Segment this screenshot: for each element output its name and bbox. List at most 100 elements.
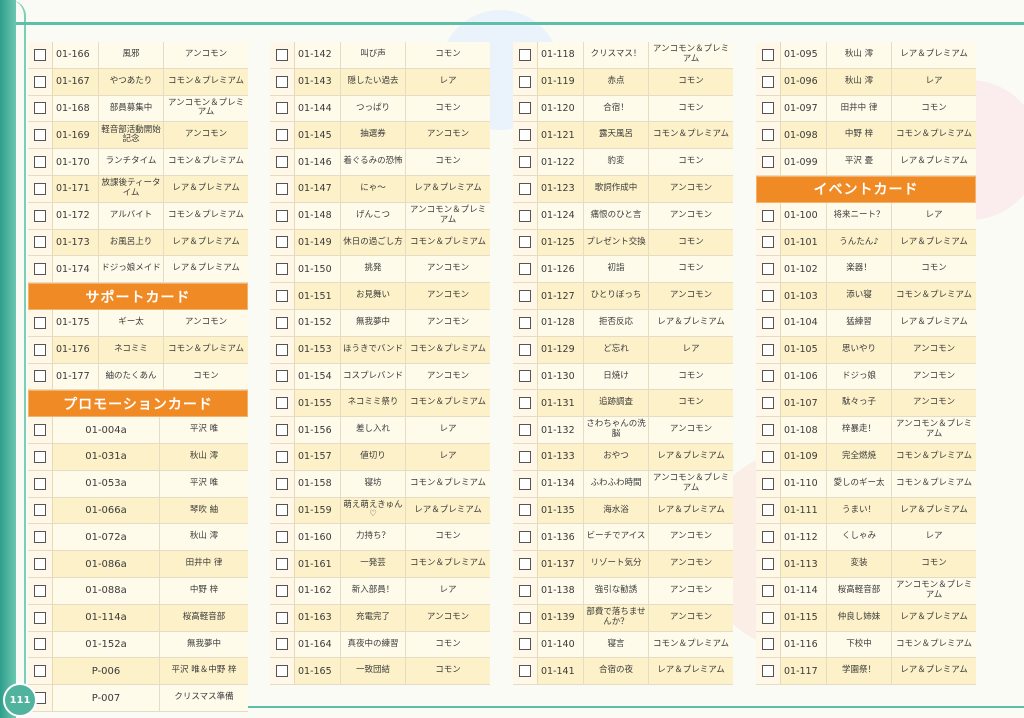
card-checkbox[interactable] — [34, 182, 46, 195]
card-checkbox[interactable] — [276, 156, 288, 169]
card-checkbox[interactable] — [762, 665, 774, 678]
card-checkbox[interactable] — [34, 477, 46, 490]
card-checkbox[interactable] — [762, 477, 774, 490]
card-checkbox[interactable] — [519, 236, 531, 249]
card-checkbox[interactable] — [519, 75, 531, 88]
card-checkbox[interactable] — [762, 75, 774, 88]
card-checkbox[interactable] — [762, 343, 774, 356]
card-checkbox[interactable] — [519, 370, 531, 383]
card-checkbox[interactable] — [276, 129, 288, 142]
card-checkbox[interactable] — [34, 531, 46, 544]
card-checkbox[interactable] — [34, 424, 46, 437]
card-checkbox[interactable] — [34, 611, 46, 624]
card-checkbox[interactable] — [762, 236, 774, 249]
card-checkbox[interactable] — [34, 343, 46, 356]
card-checkbox[interactable] — [762, 450, 774, 463]
card-checkbox[interactable] — [34, 102, 46, 115]
card-checkbox[interactable] — [276, 531, 288, 544]
card-checkbox[interactable] — [762, 611, 774, 624]
card-checkbox[interactable] — [276, 343, 288, 356]
card-checkbox[interactable] — [762, 102, 774, 115]
card-checkbox[interactable] — [276, 290, 288, 303]
card-checkbox[interactable] — [762, 558, 774, 571]
card-checkbox[interactable] — [519, 531, 531, 544]
card-checkbox[interactable] — [519, 156, 531, 169]
card-checkbox[interactable] — [762, 584, 774, 597]
card-checkbox[interactable] — [762, 531, 774, 544]
card-checkbox[interactable] — [34, 209, 46, 222]
card-checkbox[interactable] — [519, 611, 531, 624]
card-checkbox[interactable] — [762, 504, 774, 517]
card-checkbox[interactable] — [762, 370, 774, 383]
card-checkbox[interactable] — [276, 263, 288, 276]
card-checkbox[interactable] — [762, 263, 774, 276]
card-checkbox[interactable] — [519, 665, 531, 678]
card-checkbox[interactable] — [276, 48, 288, 61]
card-checkbox[interactable] — [519, 343, 531, 356]
card-checkbox[interactable] — [762, 156, 774, 169]
card-checkbox[interactable] — [276, 450, 288, 463]
card-checkbox[interactable] — [34, 129, 46, 142]
card-checkbox[interactable] — [34, 450, 46, 463]
card-checkbox[interactable] — [276, 370, 288, 383]
card-checkbox[interactable] — [519, 48, 531, 61]
card-checkbox[interactable] — [34, 316, 46, 329]
card-checkbox[interactable] — [276, 665, 288, 678]
card-checkbox[interactable] — [276, 638, 288, 651]
card-checkbox[interactable] — [519, 477, 531, 490]
card-checkbox[interactable] — [519, 638, 531, 651]
card-checkbox[interactable] — [276, 611, 288, 624]
card-checkbox[interactable] — [762, 129, 774, 142]
card-checkbox[interactable] — [519, 424, 531, 437]
card-checkbox[interactable] — [34, 48, 46, 61]
card-checkbox[interactable] — [34, 263, 46, 276]
card-checkbox[interactable] — [276, 316, 288, 329]
card-checkbox[interactable] — [762, 48, 774, 61]
card-checkbox[interactable] — [519, 316, 531, 329]
card-checkbox[interactable] — [519, 129, 531, 142]
card-checkbox[interactable] — [519, 450, 531, 463]
card-checkbox[interactable] — [34, 504, 46, 517]
card-checkbox[interactable] — [276, 75, 288, 88]
card-checkbox[interactable] — [519, 290, 531, 303]
card-checkbox[interactable] — [519, 182, 531, 195]
card-checkbox[interactable] — [34, 638, 46, 651]
card-checkbox[interactable] — [34, 156, 46, 169]
card-checkbox[interactable] — [276, 477, 288, 490]
card-checkbox[interactable] — [762, 316, 774, 329]
card-checkbox[interactable] — [276, 102, 288, 115]
card-checkbox[interactable] — [34, 584, 46, 597]
card-checkbox[interactable] — [519, 504, 531, 517]
card-checkbox[interactable] — [34, 236, 46, 249]
card-checkbox[interactable] — [276, 558, 288, 571]
card-checkbox[interactable] — [34, 75, 46, 88]
card-checkbox[interactable] — [276, 504, 288, 517]
card-number: 01-176 — [53, 336, 99, 363]
card-number: 01-097 — [781, 95, 827, 122]
card-checkbox[interactable] — [34, 665, 46, 678]
card-checkbox[interactable] — [276, 424, 288, 437]
card-number: 01-117 — [781, 658, 827, 685]
card-checkbox[interactable] — [276, 209, 288, 222]
card-number: 01-130 — [538, 363, 584, 390]
card-checkbox[interactable] — [519, 584, 531, 597]
card-checkbox[interactable] — [34, 370, 46, 383]
card-checkbox[interactable] — [519, 263, 531, 276]
card-checkbox[interactable] — [276, 584, 288, 597]
card-checkbox[interactable] — [762, 638, 774, 651]
card-checkbox[interactable] — [762, 424, 774, 437]
card-checkbox[interactable] — [276, 236, 288, 249]
card-checkbox[interactable] — [519, 558, 531, 571]
card-number: 01-124 — [538, 202, 584, 229]
card-checkbox[interactable] — [762, 397, 774, 410]
card-checkbox[interactable] — [519, 397, 531, 410]
card-checkbox[interactable] — [762, 209, 774, 222]
card-checkbox[interactable] — [34, 558, 46, 571]
card-checkbox[interactable] — [762, 290, 774, 303]
card-number: 01-154 — [295, 363, 341, 390]
card-checkbox[interactable] — [519, 209, 531, 222]
card-checkbox[interactable] — [276, 182, 288, 195]
card-checkbox[interactable] — [276, 397, 288, 410]
card-checkbox[interactable] — [519, 102, 531, 115]
card-row: 01-053a 平沢 唯 — [28, 470, 248, 498]
